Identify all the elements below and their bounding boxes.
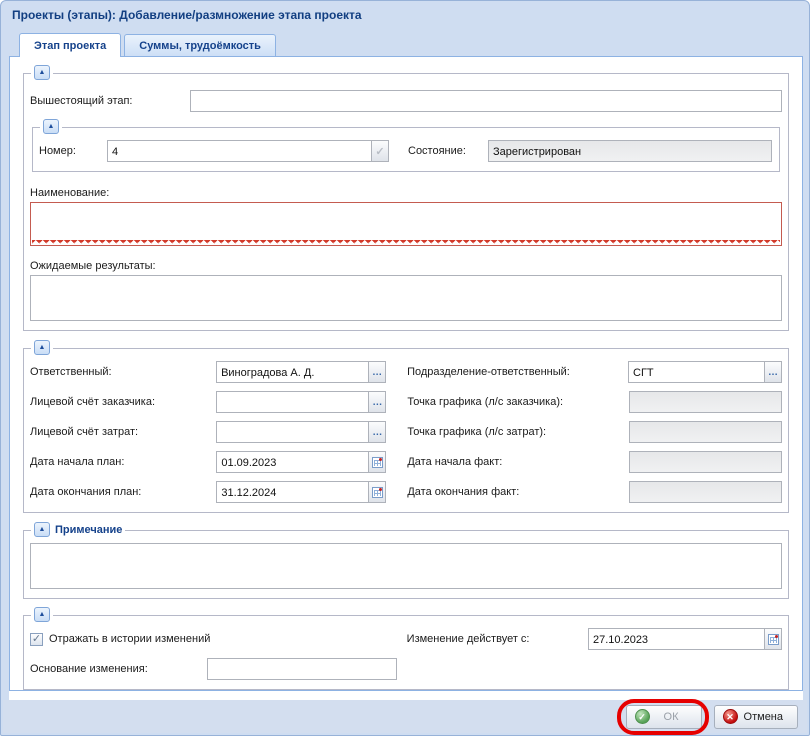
tab-stage[interactable]: Этап проекта bbox=[19, 33, 121, 57]
expected-results-label: Ожидаемые результаты: bbox=[30, 260, 782, 272]
window-titlebar: Проекты (этапы): Добавление/размножение … bbox=[1, 1, 809, 29]
collapse-toggle-icon[interactable]: ▲ bbox=[34, 607, 50, 622]
start-date-plan-field bbox=[216, 451, 386, 473]
start-date-fact-input bbox=[629, 451, 782, 473]
start-date-plan-label: Дата начала план: bbox=[30, 456, 216, 468]
name-label: Наименование: bbox=[30, 187, 782, 199]
fieldset-history: ▲ ✓ Отражать в истории изменений Изменен… bbox=[23, 615, 789, 690]
footer-toolbar: ✓ ОК ✕ Отмена bbox=[3, 700, 807, 733]
start-date-plan-input[interactable] bbox=[216, 451, 369, 473]
schedule-point-cost-input bbox=[629, 421, 782, 443]
schedule-point-cost-label: Точка графика (л/с затрат): bbox=[407, 426, 628, 438]
date-picker-trigger[interactable] bbox=[369, 451, 386, 473]
cost-account-input[interactable] bbox=[216, 421, 369, 443]
end-date-plan-field bbox=[216, 481, 386, 503]
ok-button[interactable]: ✓ ОК bbox=[626, 705, 702, 729]
parent-stage-input[interactable] bbox=[190, 90, 782, 112]
start-date-fact-label: Дата начала факт: bbox=[407, 456, 628, 468]
schedule-point-customer-label: Точка графика (л/с заказчика): bbox=[407, 396, 628, 408]
cancel-x-icon: ✕ bbox=[723, 709, 738, 724]
lookup-ellipsis-icon[interactable]: … bbox=[369, 391, 386, 413]
change-effective-from-label: Изменение действует с: bbox=[407, 633, 588, 645]
history-checkbox[interactable]: ✓ bbox=[30, 633, 43, 646]
cancel-button-label: Отмена bbox=[738, 711, 789, 723]
end-date-fact-label: Дата окончания факт: bbox=[407, 486, 628, 498]
fieldset-details: ▲ Ответственный: … Подразделение-ответст… bbox=[23, 348, 789, 513]
history-checkbox-group: ✓ Отражать в истории изменений bbox=[30, 633, 407, 646]
date-picker-trigger[interactable] bbox=[765, 628, 782, 650]
ok-check-icon: ✓ bbox=[635, 709, 650, 724]
dialog-window: Проекты (этапы): Добавление/размножение … bbox=[0, 0, 810, 736]
change-effective-from-input[interactable] bbox=[588, 628, 765, 650]
number-label: Номер: bbox=[39, 145, 107, 157]
responsible-department-label: Подразделение-ответственный: bbox=[407, 366, 628, 378]
number-input[interactable] bbox=[107, 140, 372, 162]
confirm-check-icon[interactable]: ✓ bbox=[372, 140, 389, 162]
customer-account-label: Лицевой счёт заказчика: bbox=[30, 396, 216, 408]
responsible-field: … bbox=[216, 361, 386, 383]
collapse-toggle-icon[interactable]: ▲ bbox=[34, 340, 50, 355]
window-body: Этап проекта Суммы, трудоёмкость ▲ Вышес… bbox=[9, 31, 803, 703]
collapse-toggle-icon[interactable]: ▲ bbox=[43, 119, 59, 134]
state-input bbox=[488, 140, 772, 162]
responsible-label: Ответственный: bbox=[30, 366, 216, 378]
calendar-icon bbox=[768, 634, 779, 645]
lookup-ellipsis-icon[interactable]: … bbox=[765, 361, 782, 383]
end-date-fact-input bbox=[629, 481, 782, 503]
responsible-input[interactable] bbox=[216, 361, 369, 383]
collapse-toggle-icon[interactable]: ▲ bbox=[34, 65, 50, 80]
number-field: ✓ bbox=[107, 140, 389, 162]
history-checkbox-label: Отражать в истории изменений bbox=[49, 633, 210, 645]
customer-account-field: … bbox=[216, 391, 386, 413]
end-date-plan-input[interactable] bbox=[216, 481, 369, 503]
fieldset-note: ▲ Примечание bbox=[23, 530, 789, 599]
cost-account-label: Лицевой счёт затрат: bbox=[30, 426, 216, 438]
note-legend: Примечание bbox=[55, 524, 122, 536]
change-reason-input[interactable] bbox=[207, 658, 397, 680]
schedule-point-customer-input bbox=[629, 391, 782, 413]
note-textarea[interactable] bbox=[30, 543, 782, 589]
calendar-icon bbox=[372, 457, 383, 468]
responsible-department-input[interactable] bbox=[628, 361, 765, 383]
change-reason-label: Основание изменения: bbox=[30, 663, 207, 675]
calendar-icon bbox=[372, 487, 383, 498]
tab-stage-label: Этап проекта bbox=[34, 40, 106, 52]
cost-account-field: … bbox=[216, 421, 386, 443]
customer-account-input[interactable] bbox=[216, 391, 369, 413]
state-label: Состояние: bbox=[408, 145, 488, 157]
expected-results-textarea[interactable] bbox=[30, 275, 782, 321]
name-textarea[interactable] bbox=[30, 202, 782, 246]
tab-sums[interactable]: Суммы, трудоёмкость bbox=[124, 34, 276, 56]
collapse-toggle-icon[interactable]: ▲ bbox=[34, 522, 50, 537]
fieldset-number-state: ▲ Номер: ✓ Состояние: bbox=[32, 127, 780, 172]
change-effective-from-field bbox=[588, 628, 782, 650]
lookup-ellipsis-icon[interactable]: … bbox=[369, 421, 386, 443]
parent-stage-label: Вышестоящий этап: bbox=[30, 95, 190, 107]
end-date-plan-label: Дата окончания план: bbox=[30, 486, 216, 498]
tab-strip: Этап проекта Суммы, трудоёмкость bbox=[9, 31, 803, 57]
responsible-department-field: … bbox=[628, 361, 782, 383]
cancel-button[interactable]: ✕ Отмена bbox=[714, 705, 798, 729]
tab-body: ▲ Вышестоящий этап: ▲ Номер: ✓ bbox=[9, 57, 803, 691]
lookup-ellipsis-icon[interactable]: … bbox=[369, 361, 386, 383]
fieldset-main: ▲ Вышестоящий этап: ▲ Номер: ✓ bbox=[23, 73, 789, 331]
tab-sums-label: Суммы, трудоёмкость bbox=[139, 40, 261, 52]
date-picker-trigger[interactable] bbox=[369, 481, 386, 503]
ok-button-label: ОК bbox=[650, 711, 693, 723]
window-title: Проекты (этапы): Добавление/размножение … bbox=[12, 8, 362, 22]
